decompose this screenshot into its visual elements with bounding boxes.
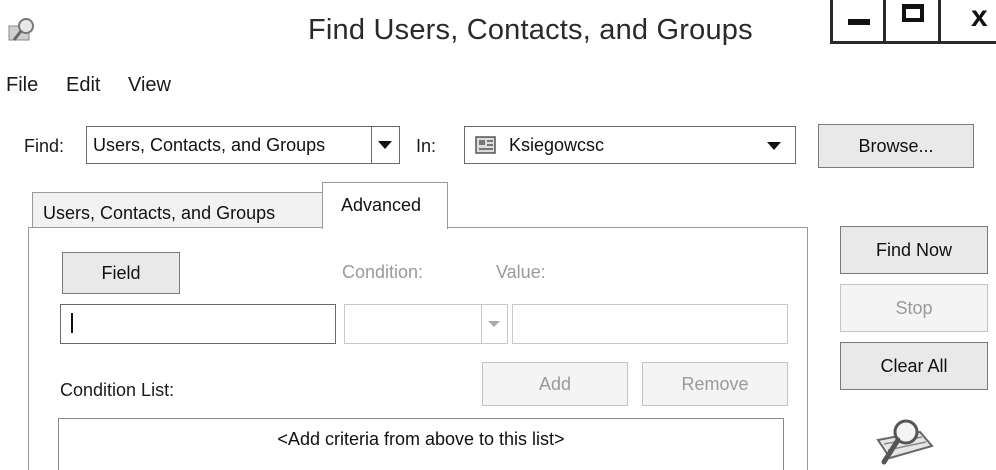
add-button[interactable]: Add <box>482 362 628 406</box>
menu-file[interactable]: File <box>6 74 38 97</box>
search-animation-icon <box>876 419 934 465</box>
window-title: Find Users, Contacts, and Groups <box>308 14 753 46</box>
condition-list-label: Condition List: <box>60 380 175 400</box>
condition-dropdown[interactable] <box>344 304 508 344</box>
domain-icon <box>475 136 496 154</box>
field-input[interactable] <box>60 304 336 344</box>
browse-button[interactable]: Browse... <box>818 124 974 168</box>
condition-label: Condition: <box>342 262 424 282</box>
value-label: Value: <box>496 262 546 282</box>
minimize-icon <box>848 19 870 25</box>
remove-button[interactable]: Remove <box>642 362 788 406</box>
tab-advanced[interactable]: Advanced <box>322 182 448 229</box>
in-location-value: Ksiegowcsc <box>509 135 605 155</box>
chevron-down-icon <box>378 141 392 149</box>
find-app-icon <box>8 18 34 41</box>
find-label: Find: <box>24 136 65 156</box>
minimize-button[interactable] <box>830 0 886 44</box>
menu-view[interactable]: View <box>128 74 171 97</box>
close-button[interactable]: x <box>938 0 996 44</box>
menu-bar: File Edit View <box>0 62 996 108</box>
stop-button[interactable]: Stop <box>840 284 988 332</box>
title-bar: Find Users, Contacts, and Groups x <box>0 0 996 62</box>
condition-list-placeholder: <Add criteria from above to this list> <box>277 429 565 449</box>
maximize-button[interactable] <box>883 0 941 44</box>
clear-all-button[interactable]: Clear All <box>840 342 988 390</box>
chevron-down-icon <box>488 321 500 327</box>
field-button[interactable]: Field <box>62 252 180 294</box>
find-now-button[interactable]: Find Now <box>840 226 988 274</box>
chevron-down-icon <box>767 142 781 150</box>
find-type-dropdown-button[interactable] <box>371 127 399 163</box>
in-location-dropdown[interactable]: Ksiegowcsc <box>464 126 796 164</box>
condition-list[interactable]: <Add criteria from above to this list> <box>58 418 784 470</box>
field-button-label: Field <box>101 262 141 283</box>
tab-users-contacts-groups[interactable]: Users, Contacts, and Groups <box>32 192 324 228</box>
maximize-icon <box>902 4 924 22</box>
close-icon: x <box>971 0 988 33</box>
in-label: In: <box>416 136 437 156</box>
condition-dropdown-button[interactable] <box>481 305 507 343</box>
menu-edit[interactable]: Edit <box>66 74 100 97</box>
text-caret <box>71 313 73 333</box>
value-input[interactable] <box>512 304 788 344</box>
find-type-dropdown[interactable]: Users, Contacts, and Groups <box>86 126 400 164</box>
find-type-value: Users, Contacts, and Groups <box>93 135 326 155</box>
